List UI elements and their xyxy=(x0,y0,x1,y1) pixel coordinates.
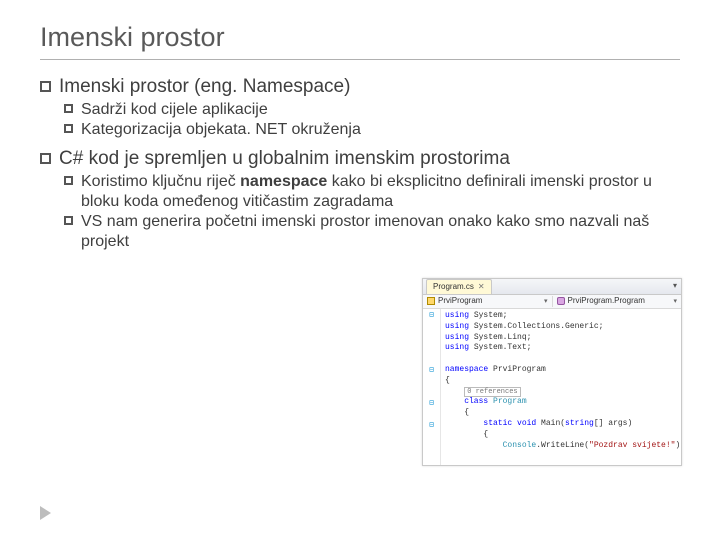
close-icon[interactable]: ✕ xyxy=(478,282,485,293)
bullet-square-icon xyxy=(64,176,73,185)
namespace-icon xyxy=(427,297,435,305)
t: System.Collections.Generic; xyxy=(469,322,603,331)
editor-tab[interactable]: Program.cs ✕ xyxy=(426,279,492,294)
tab-overflow-icon[interactable]: ▾ xyxy=(673,281,677,292)
bullet-level1: Imenski prostor (eng. Namespace) xyxy=(40,76,680,98)
kw: using xyxy=(445,311,469,320)
chevron-down-icon: ▾ xyxy=(673,297,677,306)
bullet-level2: VS nam generira početni imenski prostor … xyxy=(64,212,680,252)
t: ); xyxy=(675,441,681,450)
bullet-square-icon xyxy=(64,104,73,113)
code-gutter: ⊟ ⊟ ⊟ ⊟ xyxy=(423,309,441,465)
kw: using xyxy=(445,343,469,352)
cls: Program xyxy=(488,397,526,406)
bullet-text: Sadrži kod cijele aplikacije xyxy=(81,100,680,120)
bullet-square-icon xyxy=(64,216,73,225)
slide-next-arrow-icon xyxy=(40,506,51,520)
code-editor-inset: Program.cs ✕ ▾ PrviProgram ▾ PrviProgram… xyxy=(422,278,682,466)
kw: static xyxy=(483,419,512,428)
slide-title: Imenski prostor xyxy=(40,22,680,60)
bullet-text: Kategorizacija objekata. NET okruženja xyxy=(81,120,680,140)
nav-namespace-dropdown[interactable]: PrviProgram ▾ xyxy=(423,296,553,307)
t: System.Text; xyxy=(469,343,531,352)
nav-right-label: PrviProgram.Program xyxy=(568,296,645,307)
kw: using xyxy=(445,333,469,342)
method-icon xyxy=(557,297,565,305)
bullet-level1: C# kod je spremljen u globalnim imenskim… xyxy=(40,148,680,170)
text-fragment: Koristimo ključnu riječ xyxy=(81,173,240,190)
editor-tabbar: Program.cs ✕ ▾ xyxy=(423,279,681,295)
t: .WriteLine( xyxy=(536,441,589,450)
bullet-text: Imenski prostor (eng. Namespace) xyxy=(59,76,680,98)
outline-toggle-icon[interactable]: ⊟ xyxy=(423,421,440,432)
tab-label: Program.cs xyxy=(433,282,474,293)
bullet-square-icon xyxy=(40,81,51,92)
outline-toggle-icon[interactable]: ⊟ xyxy=(423,399,440,410)
codelens[interactable]: 0 references xyxy=(464,387,520,397)
t: [] args) xyxy=(594,419,632,428)
nav-left-label: PrviProgram xyxy=(438,296,482,307)
kw: namespace xyxy=(445,365,488,374)
chevron-down-icon: ▾ xyxy=(544,297,548,306)
kw: using xyxy=(445,322,469,331)
kw: class xyxy=(464,397,488,406)
code-source: using System; using System.Collections.G… xyxy=(441,309,681,465)
bullet-level2: Kategorizacija objekata. NET okruženja xyxy=(64,120,680,140)
bullet-square-icon xyxy=(40,153,51,164)
outline-toggle-icon[interactable]: ⊟ xyxy=(423,366,440,377)
outline-toggle-icon[interactable]: ⊟ xyxy=(423,311,440,322)
editor-navbar: PrviProgram ▾ PrviProgram.Program ▾ xyxy=(423,295,681,309)
t: System.Linq; xyxy=(469,333,531,342)
keyword-namespace: namespace xyxy=(240,173,327,190)
bullet-text: VS nam generira početni imenski prostor … xyxy=(81,212,680,252)
kw: string xyxy=(565,419,594,428)
t: Main( xyxy=(536,419,565,428)
nav-member-dropdown[interactable]: PrviProgram.Program ▾ xyxy=(553,296,682,307)
bullet-square-icon xyxy=(64,124,73,133)
bullet-text: C# kod je spremljen u globalnim imenskim… xyxy=(59,148,680,170)
str: "Pozdrav svijete!" xyxy=(589,441,675,450)
bullet-level2: Koristimo ključnu riječ namespace kako b… xyxy=(64,172,680,212)
kw: void xyxy=(512,419,536,428)
bullet-level2: Sadrži kod cijele aplikacije xyxy=(64,100,680,120)
bullet-text: Koristimo ključnu riječ namespace kako b… xyxy=(81,172,680,212)
t: PrviProgram xyxy=(488,365,546,374)
t: System; xyxy=(469,311,507,320)
code-body: ⊟ ⊟ ⊟ ⊟ using System; using System.Colle… xyxy=(423,309,681,465)
cls: Console xyxy=(503,441,537,450)
